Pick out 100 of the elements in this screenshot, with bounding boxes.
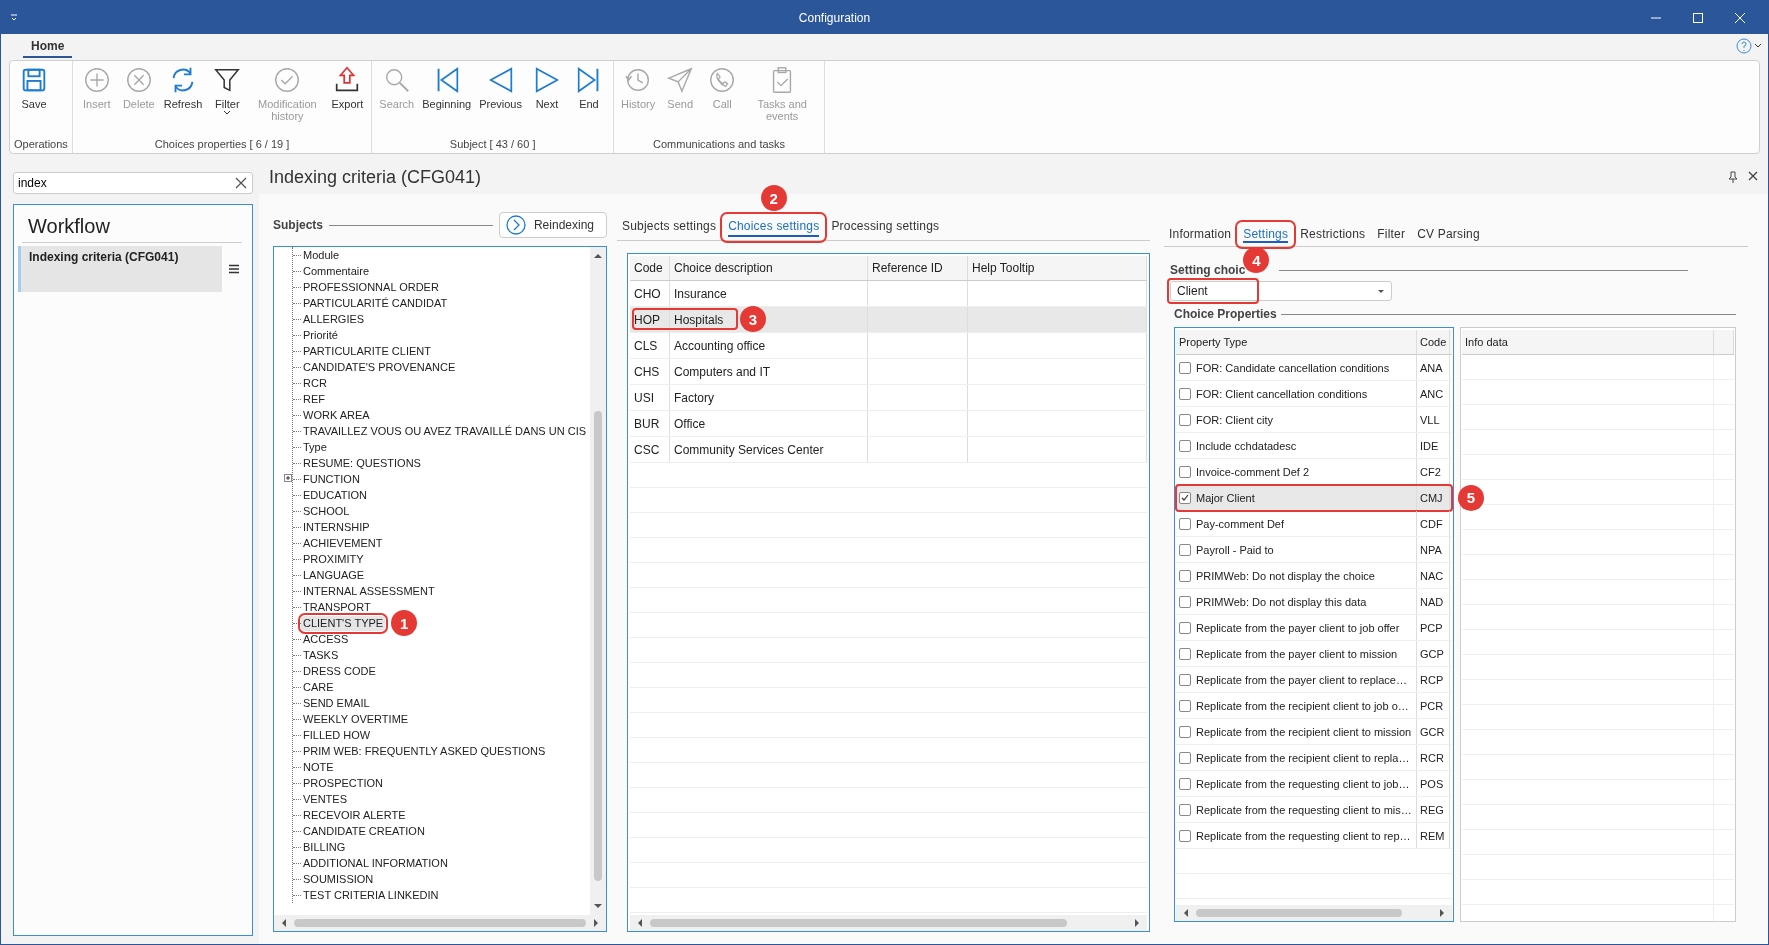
- tree-item[interactable]: INTERNAL ASSESSMENT: [301, 583, 437, 599]
- checkbox[interactable]: [1179, 569, 1191, 582]
- table-row[interactable]: Payroll - Paid to NPA: [1176, 537, 1452, 563]
- tree-item[interactable]: TASKS: [301, 647, 341, 663]
- table-row[interactable]: Pay-comment Def CDF: [1176, 511, 1452, 537]
- tree-item[interactable]: EDUCATION: [301, 487, 369, 503]
- checkbox[interactable]: [1179, 439, 1191, 452]
- tab[interactable]: Information: [1164, 223, 1237, 246]
- table-row[interactable]: Replicate from the payer client to mission GCP: [1176, 641, 1452, 667]
- table-row[interactable]: USI Factory: [630, 385, 1147, 411]
- ribbon-button[interactable]: Filter: [207, 63, 248, 118]
- checkbox[interactable]: [1179, 491, 1191, 504]
- ribbon-button[interactable]: Beginning: [419, 63, 475, 112]
- left-arrow-icon[interactable]: [280, 918, 288, 928]
- tab[interactable]: Restrictions: [1295, 223, 1371, 246]
- setting-choice-dropdown[interactable]: Client: [1170, 281, 1392, 301]
- tree-item[interactable]: ACCESS: [301, 631, 351, 647]
- clear-icon[interactable]: [234, 176, 248, 190]
- tree-item[interactable]: CARE: [301, 679, 336, 695]
- table-row[interactable]: CLS Accounting office: [630, 333, 1147, 359]
- menu-icon[interactable]: [228, 264, 240, 274]
- right-arrow-icon[interactable]: [1133, 918, 1141, 928]
- checkbox[interactable]: [1179, 751, 1191, 764]
- table-row[interactable]: Replicate from the recipient client to repla… RCR: [1176, 745, 1452, 771]
- ribbon-button[interactable]: Previous: [476, 63, 525, 112]
- checkbox[interactable]: [1179, 595, 1191, 608]
- scrollbar[interactable]: [274, 915, 606, 931]
- table-row[interactable]: HOP Hospitals 3: [630, 307, 1147, 333]
- tab[interactable]: Settings: [1238, 223, 1294, 246]
- table-row[interactable]: BUR Office: [630, 411, 1147, 437]
- tree-item[interactable]: PROXIMITY: [301, 551, 366, 567]
- left-arrow-icon[interactable]: [1182, 908, 1190, 918]
- table-row[interactable]: Replicate from the payer client to replace… RCP: [1176, 667, 1452, 693]
- up-arrow-icon[interactable]: [593, 251, 603, 261]
- tree-item[interactable]: Priorité: [301, 327, 340, 343]
- table-row[interactable]: Replicate from the recipient client to job o… PCR: [1176, 693, 1452, 719]
- tree-item[interactable]: RESUME: QUESTIONS: [301, 455, 423, 471]
- tree-item[interactable]: SCHOOL: [301, 503, 352, 519]
- checkbox[interactable]: [1179, 725, 1191, 738]
- column-header[interactable]: Code: [630, 256, 670, 280]
- checkbox[interactable]: [1179, 413, 1191, 426]
- tree-item[interactable]: Type: [301, 439, 329, 455]
- tree-item[interactable]: Module: [301, 247, 342, 263]
- ribbon-button[interactable]: Refresh: [160, 63, 206, 112]
- tree-item[interactable]: SOUMISSION: [301, 871, 376, 887]
- chevron-icon[interactable]: [1754, 42, 1762, 50]
- tree-item[interactable]: TRANSPORT: [301, 599, 373, 615]
- tree-item[interactable]: CANDIDATE CREATION: [301, 823, 427, 839]
- tab[interactable]: Processing settings: [826, 215, 945, 240]
- left-arrow-icon[interactable]: [636, 918, 644, 928]
- tree-item[interactable]: ADDITIONAL INFORMATION: [301, 855, 450, 871]
- checkbox[interactable]: [1179, 621, 1191, 634]
- checkbox[interactable]: [1179, 387, 1191, 400]
- tree-item[interactable]: PARTICULARITÉ CANDIDAT: [301, 295, 450, 311]
- table-row[interactable]: PRIMWeb: Do not display this data NAD: [1176, 589, 1452, 615]
- right-arrow-icon[interactable]: [592, 918, 600, 928]
- tab[interactable]: Subjects settings: [617, 215, 722, 240]
- ribbon-button[interactable]: Next: [526, 63, 567, 112]
- table-row[interactable]: FOR: Client cancellation conditions ANC: [1176, 381, 1452, 407]
- table-row[interactable]: Replicate from the payer client to job offer PCP: [1176, 615, 1452, 641]
- checkbox[interactable]: [1179, 647, 1191, 660]
- pin-icon[interactable]: [1728, 171, 1738, 183]
- column-header[interactable]: Reference ID: [868, 256, 968, 280]
- table-row[interactable]: Replicate from the requesting client to mis… REG: [1176, 797, 1452, 823]
- tree-item[interactable]: ACHIEVEMENT: [301, 535, 385, 551]
- tree-item[interactable]: REF: [301, 391, 327, 407]
- checkbox[interactable]: [1179, 517, 1191, 530]
- ribbon-tab[interactable]: Home: [23, 36, 73, 58]
- tree-item[interactable]: INTERNSHIP: [301, 519, 372, 535]
- table-row[interactable]: FOR: Candidate cancellation conditions ANA: [1176, 355, 1452, 381]
- checkbox[interactable]: [1179, 803, 1191, 816]
- column-header[interactable]: Choice description: [670, 256, 868, 280]
- tree-item[interactable]: RECEVOIR ALERTE: [301, 807, 408, 823]
- workflow-item[interactable]: Indexing criteria (CFG041): [18, 246, 222, 292]
- down-arrow-icon[interactable]: [593, 901, 603, 911]
- expand-icon[interactable]: [284, 474, 292, 482]
- tree-item[interactable]: FILLED HOW: [301, 727, 373, 743]
- tree-item[interactable]: PRIM WEB: FREQUENTLY ASKED QUESTIONS: [301, 743, 548, 759]
- checkbox[interactable]: [1179, 465, 1191, 478]
- tree-item[interactable]: BILLING: [301, 839, 348, 855]
- maximize-icon[interactable]: [1692, 11, 1704, 24]
- tree-item[interactable]: PARTICULARITE CLIENT: [301, 343, 433, 359]
- tab[interactable]: CV Parsing: [1412, 223, 1485, 246]
- tab[interactable]: Filter: [1372, 223, 1411, 246]
- tree-item[interactable]: VENTES: [301, 791, 349, 807]
- reindexing-button[interactable]: Reindexing: [498, 212, 607, 238]
- scrollbar[interactable]: [1176, 905, 1452, 921]
- ribbon-button[interactable]: Export: [327, 63, 368, 112]
- tree-item[interactable]: DRESS CODE: [301, 663, 378, 679]
- checkbox[interactable]: [1179, 777, 1191, 790]
- quick-access-icon[interactable]: [9, 12, 19, 23]
- ribbon-button[interactable]: End: [568, 63, 609, 112]
- tree-item[interactable]: CANDIDATE'S PROVENANCE: [301, 359, 458, 375]
- tree-item[interactable]: FUNCTION: [301, 471, 362, 487]
- checkbox[interactable]: [1179, 673, 1191, 686]
- tree-item[interactable]: PROSPECTION: [301, 775, 386, 791]
- tree-item[interactable]: Commentaire: [301, 263, 372, 279]
- table-row[interactable]: Replicate from the requesting client to job… POS: [1176, 771, 1452, 797]
- tree-item[interactable]: ALLERGIES: [301, 311, 367, 327]
- scrollbar[interactable]: [630, 915, 1147, 931]
